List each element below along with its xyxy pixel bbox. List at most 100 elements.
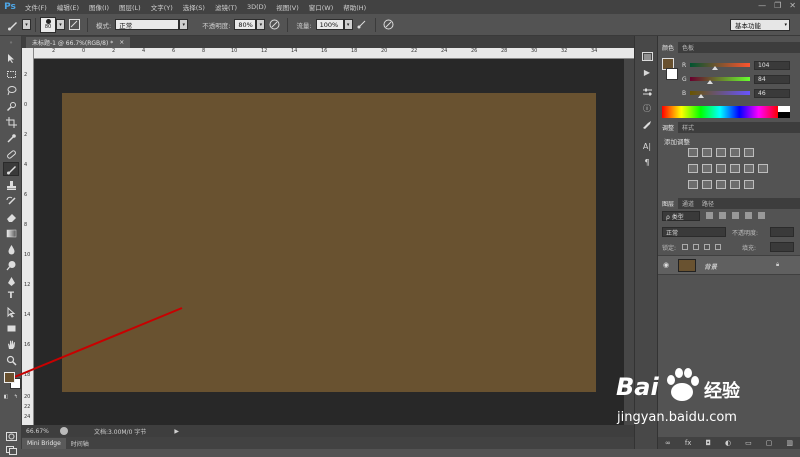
opacity-input[interactable]: 80% xyxy=(234,19,257,30)
tab-swatches[interactable]: 色板 xyxy=(678,42,698,53)
new-layer-icon[interactable]: ▢ xyxy=(766,439,773,447)
filter-type-icon[interactable] xyxy=(732,212,739,219)
collapse-arrows-icon[interactable]: » xyxy=(3,40,19,46)
clone-stamp-tool-icon[interactable] xyxy=(3,178,19,192)
brush-presets-panel-icon[interactable] xyxy=(640,118,654,130)
move-tool-icon[interactable] xyxy=(3,51,19,65)
hand-tool-icon[interactable] xyxy=(3,337,19,351)
menu-image[interactable]: 图像(I) xyxy=(84,2,114,12)
character-panel-icon[interactable]: A| xyxy=(640,140,654,152)
brightness-contrast-icon[interactable] xyxy=(688,148,698,157)
workspace-select[interactable]: 基本功能 ▾ xyxy=(730,19,790,31)
brush-tool-icon[interactable] xyxy=(3,162,19,176)
filter-smart-object-icon[interactable] xyxy=(758,212,765,219)
color-spectrum[interactable] xyxy=(662,106,778,118)
layer-style-icon[interactable]: fx xyxy=(685,439,692,447)
fill-input[interactable] xyxy=(770,242,794,252)
levels-icon[interactable] xyxy=(702,148,712,157)
channel-mixer-icon[interactable] xyxy=(744,164,754,173)
posterize-icon[interactable] xyxy=(702,180,712,189)
green-slider[interactable]: G 84 xyxy=(682,74,790,84)
tab-color[interactable]: 颜色 xyxy=(658,42,679,53)
pressure-opacity-icon[interactable] xyxy=(267,18,281,32)
document-tab[interactable]: 未标题-1 @ 66.7%(RGB/8) * × xyxy=(26,37,131,48)
type-tool-icon[interactable]: T xyxy=(3,289,19,303)
history-panel-icon[interactable] xyxy=(640,50,654,62)
default-colors-icon[interactable]: ◧ xyxy=(3,394,9,400)
document-canvas[interactable] xyxy=(62,93,596,392)
delete-layer-icon[interactable]: ▥ xyxy=(786,439,793,447)
black-white-icon[interactable] xyxy=(716,164,726,173)
lock-all-icon[interactable] xyxy=(715,244,721,250)
menu-3d[interactable]: 3D(D) xyxy=(242,3,271,11)
swap-colors-icon[interactable]: ↰ xyxy=(13,394,19,400)
flow-input[interactable]: 100% xyxy=(315,19,344,30)
quick-mask-icon[interactable] xyxy=(3,429,19,443)
invert-icon[interactable] xyxy=(688,180,698,189)
layer-opacity-input[interactable] xyxy=(770,227,794,237)
tab-styles[interactable]: 样式 xyxy=(678,122,698,133)
brush-tool-preset-icon[interactable] xyxy=(6,18,20,32)
curves-icon[interactable] xyxy=(716,148,726,157)
zoom-level[interactable]: 66.67% xyxy=(26,428,54,435)
crop-tool-icon[interactable] xyxy=(3,115,19,129)
color-balance-icon[interactable] xyxy=(702,164,712,173)
green-value[interactable]: 84 xyxy=(754,74,790,84)
gradient-tool-icon[interactable] xyxy=(3,226,19,240)
filter-adjustment-icon[interactable] xyxy=(719,212,726,219)
mode-dropdown[interactable]: ▾ xyxy=(179,19,189,30)
pressure-size-icon[interactable] xyxy=(382,18,396,32)
link-layers-icon[interactable]: ∞ xyxy=(665,439,671,447)
zoom-tool-icon[interactable] xyxy=(3,353,19,367)
actions-panel-icon[interactable]: ▶ xyxy=(640,66,654,78)
flow-dropdown[interactable]: ▾ xyxy=(343,19,353,30)
blue-thumb[interactable] xyxy=(698,94,704,98)
tab-adjustments[interactable]: 调整 xyxy=(658,122,679,133)
marquee-tool-icon[interactable] xyxy=(3,67,19,81)
properties-panel-icon[interactable] xyxy=(640,86,654,98)
mode-select[interactable]: 正常 xyxy=(115,19,180,30)
paragraph-panel-icon[interactable]: ¶ xyxy=(640,156,654,168)
menu-file[interactable]: 文件(F) xyxy=(20,2,52,12)
tool-preset-dropdown[interactable]: ▾ xyxy=(22,19,31,30)
red-value[interactable]: 104 xyxy=(754,60,790,70)
brush-panel-toggle-icon[interactable] xyxy=(67,18,81,32)
hue-saturation-icon[interactable] xyxy=(688,164,698,173)
filter-pixel-icon[interactable] xyxy=(706,212,713,219)
history-brush-tool-icon[interactable] xyxy=(3,194,19,208)
blur-tool-icon[interactable] xyxy=(3,242,19,256)
blue-slider[interactable]: B 46 xyxy=(682,88,790,98)
menu-layer[interactable]: 图层(L) xyxy=(114,2,146,12)
black-white-ramp[interactable] xyxy=(778,106,790,118)
color-panel-background[interactable] xyxy=(666,68,678,80)
tab-layers[interactable]: 图层 xyxy=(658,198,679,209)
gradient-map-icon[interactable] xyxy=(730,180,740,189)
red-track[interactable] xyxy=(690,63,750,70)
red-slider[interactable]: R 104 xyxy=(682,60,790,70)
opacity-dropdown[interactable]: ▾ xyxy=(256,19,266,30)
status-menu-arrow-icon[interactable]: ▶ xyxy=(174,428,179,435)
path-selection-tool-icon[interactable] xyxy=(3,305,19,319)
menu-filter[interactable]: 滤镜(T) xyxy=(210,2,242,12)
healing-brush-tool-icon[interactable] xyxy=(3,147,19,161)
vibrance-icon[interactable] xyxy=(744,148,754,157)
menu-edit[interactable]: 编辑(E) xyxy=(52,2,84,12)
restore-button[interactable]: ❐ xyxy=(774,1,781,10)
lock-position-icon[interactable] xyxy=(704,244,710,250)
lock-image-icon[interactable] xyxy=(693,244,699,250)
photo-filter-icon[interactable] xyxy=(730,164,740,173)
tab-paths[interactable]: 路径 xyxy=(698,198,718,209)
lock-transparent-icon[interactable] xyxy=(682,244,688,250)
layer-filter-select[interactable]: ρ 类型 xyxy=(662,211,700,221)
foreground-color-swatch[interactable] xyxy=(4,372,15,383)
tab-mini-bridge[interactable]: Mini Bridge xyxy=(22,438,66,449)
status-info-icon[interactable] xyxy=(60,427,68,435)
threshold-icon[interactable] xyxy=(716,180,726,189)
pen-tool-icon[interactable] xyxy=(3,274,19,288)
airbrush-icon[interactable] xyxy=(355,18,369,32)
selective-color-icon[interactable] xyxy=(744,180,754,189)
menu-help[interactable]: 帮助(H) xyxy=(338,2,371,12)
blue-track[interactable] xyxy=(690,91,750,98)
screen-mode-icon[interactable] xyxy=(3,443,19,457)
menu-view[interactable]: 视图(V) xyxy=(271,2,304,12)
